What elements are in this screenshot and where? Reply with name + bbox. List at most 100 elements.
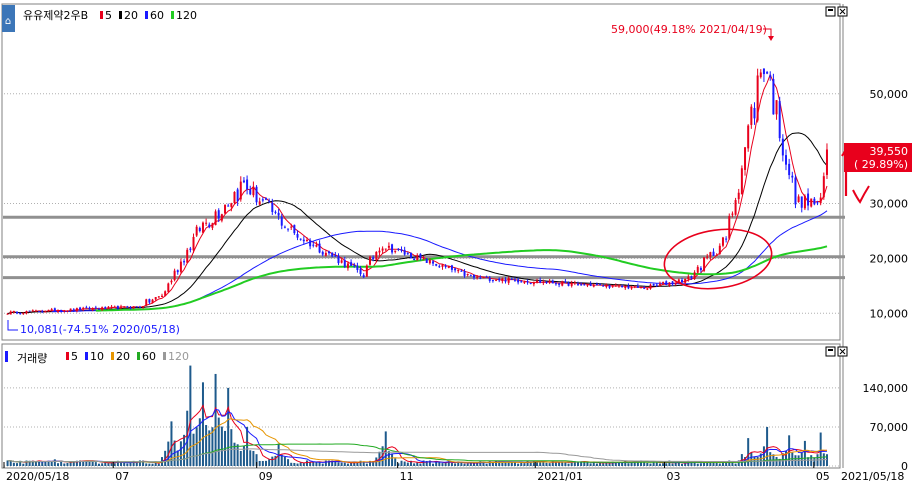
candle bbox=[384, 248, 387, 250]
volume-bar bbox=[438, 462, 441, 466]
candle bbox=[328, 251, 331, 254]
volume-bar bbox=[258, 460, 261, 466]
candle bbox=[450, 265, 453, 270]
candle bbox=[611, 285, 614, 287]
candle bbox=[302, 239, 305, 242]
candle bbox=[261, 199, 264, 201]
candle bbox=[794, 177, 797, 205]
legend-marker bbox=[137, 352, 140, 360]
candle bbox=[315, 244, 318, 247]
volume-bar bbox=[567, 463, 570, 466]
volume-bar bbox=[296, 463, 299, 466]
candle bbox=[242, 180, 245, 183]
legend-marker bbox=[111, 352, 114, 360]
volume-bar bbox=[293, 462, 296, 466]
volume-bar bbox=[205, 425, 208, 466]
volume-bar bbox=[50, 461, 53, 466]
candle bbox=[712, 251, 715, 256]
candle bbox=[690, 276, 693, 279]
candle bbox=[699, 267, 702, 271]
candle bbox=[696, 266, 699, 273]
volume-bar bbox=[394, 458, 397, 466]
volume-maximize-icon[interactable] bbox=[825, 346, 836, 357]
candle bbox=[280, 216, 283, 226]
candle bbox=[91, 308, 94, 311]
candle bbox=[88, 307, 91, 310]
candle bbox=[479, 277, 482, 279]
candle bbox=[151, 299, 154, 304]
volume-bar bbox=[444, 462, 447, 466]
candle bbox=[236, 189, 239, 202]
candle bbox=[788, 163, 791, 176]
candle bbox=[781, 138, 784, 156]
candle bbox=[819, 197, 822, 204]
volume-bar bbox=[230, 429, 233, 466]
candle bbox=[233, 191, 236, 204]
candle bbox=[488, 277, 491, 281]
candle bbox=[195, 226, 198, 236]
candle bbox=[658, 283, 661, 285]
volume-bar bbox=[501, 462, 504, 466]
volume-bar bbox=[819, 432, 822, 466]
candle bbox=[211, 223, 214, 228]
candle bbox=[230, 203, 233, 207]
candle bbox=[359, 268, 362, 275]
candle bbox=[529, 282, 532, 284]
candle bbox=[564, 281, 567, 283]
candle bbox=[183, 261, 186, 263]
volume-bar bbox=[343, 462, 346, 466]
candle bbox=[299, 238, 302, 240]
volume-bar bbox=[271, 456, 274, 466]
volume-legend-marker bbox=[5, 351, 8, 362]
candle bbox=[293, 224, 296, 234]
candle bbox=[444, 265, 447, 267]
volume-bar bbox=[305, 460, 308, 466]
candle bbox=[85, 307, 88, 309]
volume-bar bbox=[696, 463, 699, 466]
candle bbox=[44, 311, 47, 313]
volume-bar bbox=[268, 459, 271, 466]
candle bbox=[161, 295, 163, 297]
candle bbox=[649, 284, 652, 289]
volume-bar bbox=[176, 450, 179, 466]
x-tick-label: 05 bbox=[816, 470, 830, 483]
volume-bar bbox=[249, 450, 252, 466]
candle bbox=[192, 236, 195, 251]
candle bbox=[82, 307, 85, 310]
volume-bar bbox=[463, 463, 466, 466]
volume-bar bbox=[699, 463, 702, 466]
volume-bar bbox=[520, 462, 523, 466]
volume-bar bbox=[391, 453, 394, 466]
volume-bar bbox=[595, 463, 598, 466]
legend-marker bbox=[145, 11, 148, 19]
candle bbox=[602, 285, 605, 287]
price-maximize-icon[interactable] bbox=[825, 6, 836, 17]
price-title: 유유제약2우B bbox=[23, 8, 88, 22]
volume-bar bbox=[148, 463, 151, 466]
candle bbox=[624, 286, 627, 289]
volume-bar bbox=[151, 463, 154, 466]
candle bbox=[498, 278, 501, 281]
candle bbox=[356, 265, 359, 270]
candle bbox=[517, 279, 520, 283]
x-tick-label: 03 bbox=[667, 470, 681, 483]
candle bbox=[813, 198, 816, 205]
current-price-change: ( 29.89%) bbox=[854, 158, 908, 171]
candle bbox=[22, 313, 25, 315]
candle bbox=[375, 251, 378, 260]
volume-bar bbox=[123, 462, 126, 466]
candle bbox=[406, 253, 409, 255]
candle bbox=[454, 268, 457, 271]
candle bbox=[19, 313, 22, 315]
candle bbox=[258, 201, 261, 205]
volume-bar bbox=[627, 463, 630, 466]
candle bbox=[220, 214, 223, 221]
volume-bar bbox=[246, 426, 249, 466]
candle bbox=[482, 277, 485, 279]
candle bbox=[731, 213, 734, 215]
candle bbox=[224, 204, 227, 214]
candle bbox=[116, 306, 119, 309]
volume-bar bbox=[283, 456, 286, 466]
candle bbox=[176, 270, 179, 273]
candle bbox=[627, 285, 630, 289]
